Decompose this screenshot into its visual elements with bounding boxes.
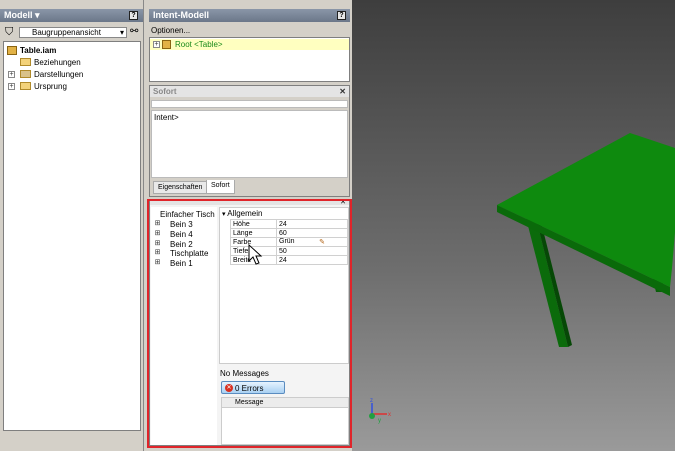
view-dropdown-label: Baugruppenansicht bbox=[32, 28, 101, 37]
tab-sofort[interactable]: Sofort bbox=[206, 180, 235, 194]
root-row[interactable]: + Root <Table> bbox=[150, 39, 349, 50]
assembly-icon bbox=[7, 46, 17, 55]
tree-label: Ursprung bbox=[34, 82, 67, 91]
svg-text:z: z bbox=[370, 398, 373, 404]
assembly-icon bbox=[162, 40, 171, 49]
model-tree: Table.iam Beziehungen + Darstellungen + … bbox=[3, 41, 141, 431]
binoculars-icon[interactable]: ⚯ bbox=[130, 26, 138, 37]
model-browser-panel: Modell ▾ ? ⛉ Baugruppenansicht ▾ ⚯ Table… bbox=[0, 0, 143, 451]
model-title-text: Modell bbox=[4, 10, 33, 20]
expand-icon[interactable]: + bbox=[8, 83, 15, 90]
folder-icon bbox=[20, 82, 31, 90]
intent-panels: Intent-Modell ? Optionen... + Root <Tabl… bbox=[143, 0, 352, 451]
sofort-title-text: Sofort bbox=[153, 87, 177, 96]
tree-item-beziehungen[interactable]: Beziehungen bbox=[7, 57, 127, 68]
model-panel-title[interactable]: Modell ▾ bbox=[0, 9, 143, 22]
sofort-output bbox=[151, 100, 348, 108]
intent-panel-title: Intent-Modell bbox=[149, 9, 350, 22]
view-dropdown[interactable]: Baugruppenansicht ▾ bbox=[19, 27, 127, 38]
svg-text:x: x bbox=[388, 412, 391, 418]
console-prompt: Intent> bbox=[154, 113, 179, 122]
3d-viewport[interactable]: x z y bbox=[352, 0, 675, 451]
svg-text:y: y bbox=[378, 418, 381, 424]
chevron-down-icon: ▾ bbox=[119, 28, 124, 37]
folder-icon bbox=[20, 58, 31, 66]
close-icon[interactable]: ✕ bbox=[339, 86, 346, 97]
views-folder-icon bbox=[20, 70, 31, 78]
axis-triad: x z y bbox=[369, 398, 391, 424]
tree-item-ursprung[interactable]: + Ursprung bbox=[7, 81, 127, 92]
highlight-frame bbox=[147, 199, 352, 448]
tree-label: Beziehungen bbox=[34, 58, 81, 67]
tree-label: Table.iam bbox=[20, 46, 57, 55]
expand-icon[interactable]: + bbox=[8, 71, 15, 78]
tree-label: Darstellungen bbox=[34, 70, 84, 79]
tab-eigenschaften[interactable]: Eigenschaften bbox=[153, 181, 208, 194]
tab-label: Eigenschaften bbox=[158, 184, 203, 191]
help-icon[interactable]: ? bbox=[129, 11, 138, 20]
help-icon[interactable]: ? bbox=[337, 11, 346, 20]
table-model: x z y bbox=[369, 133, 675, 424]
intent-tree: + Root <Table> bbox=[149, 37, 350, 82]
sofort-title: Sofort ✕ bbox=[150, 86, 349, 97]
filter-icon[interactable]: ⛉ bbox=[5, 26, 13, 39]
expand-icon[interactable]: + bbox=[153, 41, 160, 48]
root-label: Root <Table> bbox=[175, 40, 223, 49]
sofort-panel: Sofort ✕ Intent> Eigenschaften Sofort bbox=[149, 85, 350, 197]
model-toolbar: ⛉ Baugruppenansicht ▾ ⚯ bbox=[2, 25, 142, 39]
intent-title-text: Intent-Modell bbox=[153, 10, 209, 20]
tab-label: Sofort bbox=[211, 182, 230, 189]
tree-item-darstellungen[interactable]: + Darstellungen bbox=[7, 69, 127, 80]
table-top bbox=[497, 133, 675, 287]
sofort-console[interactable]: Intent> bbox=[151, 110, 348, 178]
options-menu[interactable]: Optionen... bbox=[151, 26, 190, 35]
